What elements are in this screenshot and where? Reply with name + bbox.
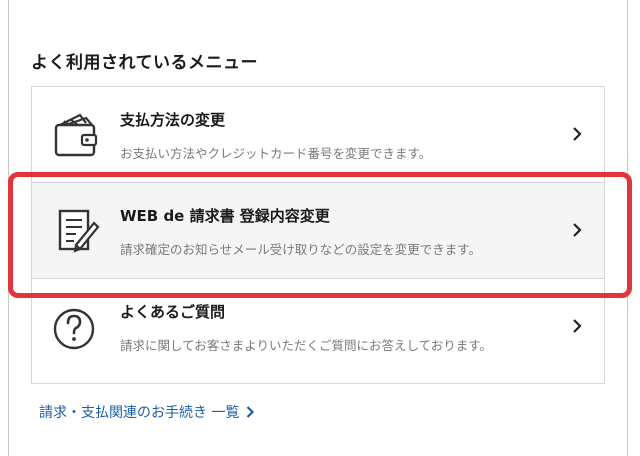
menu-item-payment-method[interactable]: 支払方法の変更 お支払い方法やクレジットカード番号を変更できます。 xyxy=(32,87,604,183)
menu-item-title: 支払方法の変更 xyxy=(120,111,226,129)
menu-item-description: 請求に関してお客さまよりいただくご質問にお答えしております。 xyxy=(120,338,493,353)
wallet-icon xyxy=(54,113,98,157)
chevron-right-icon xyxy=(247,406,255,418)
menu-list: 支払方法の変更 お支払い方法やクレジットカード番号を変更できます。 WEB de… xyxy=(31,86,605,384)
menu-panel: よく利用されているメニュー 支払方法の変更 お支払い方法やクレジットカード番号を… xyxy=(8,0,628,456)
chevron-right-icon xyxy=(573,127,582,141)
menu-item-title: よくあるご質問 xyxy=(120,303,226,321)
procedures-list-link-label: 請求・支払関連のお手続き 一覧 xyxy=(39,405,240,421)
menu-item-faq[interactable]: よくあるご質問 請求に関してお客さまよりいただくご質問にお答えしております。 xyxy=(32,279,604,375)
menu-item-description: 請求確定のお知らせメール受け取りなどの設定を変更できます。 xyxy=(120,242,482,257)
document-edit-icon xyxy=(58,209,100,253)
question-circle-icon xyxy=(53,308,95,350)
menu-item-description: お支払い方法やクレジットカード番号を変更できます。 xyxy=(120,146,432,161)
procedures-list-link[interactable]: 請求・支払関連のお手続き 一覧 xyxy=(39,402,255,422)
menu-item-web-invoice-settings[interactable]: WEB de 請求書 登録内容変更 請求確定のお知らせメール受け取りなどの設定を… xyxy=(32,183,604,279)
chevron-right-icon xyxy=(573,319,582,333)
section-title: よく利用されているメニュー xyxy=(31,53,258,73)
chevron-right-icon xyxy=(573,223,582,237)
menu-item-title: WEB de 請求書 登録内容変更 xyxy=(120,207,330,225)
